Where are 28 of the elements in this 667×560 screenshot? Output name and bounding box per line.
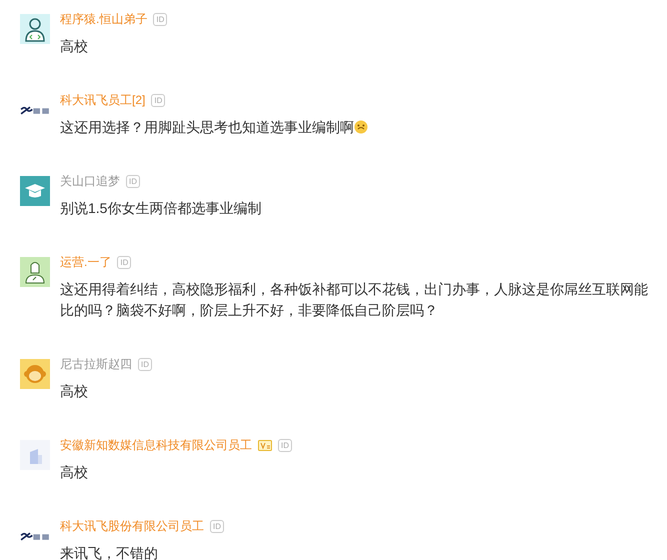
logo-icon: [20, 106, 50, 114]
id-tag: ID: [138, 358, 152, 370]
id-tag: ID: [153, 12, 168, 26]
graduation-cap-icon: [20, 176, 50, 206]
comment-text: 来讯飞，不错的: [60, 544, 159, 560]
comment-text: 这还用得着纠结，高校隐形福利，各种饭补都可以不花钱，出门办事，人脉这是你屌丝互联网能比的吗？脑袋不好啊，阶层上升不好，非要降低自己阶层吗？: [60, 280, 649, 320]
comment-text: 别说1.5你女生两倍都选事业编制: [60, 199, 262, 218]
id-tag: ID: [126, 174, 140, 188]
avatar-icon: [20, 14, 50, 44]
comment-text: 高校: [60, 382, 89, 401]
monkey-icon: [20, 359, 50, 389]
logo-icon: [20, 532, 50, 540]
username[interactable]: 尼古拉斯赵四: [60, 355, 132, 373]
avatar-icon: [20, 257, 50, 287]
username[interactable]: 关山口追梦: [60, 172, 120, 190]
id-tag: ID: [151, 94, 166, 106]
username[interactable]: 科大讯飞股份有限公司员工: [60, 517, 204, 535]
building-icon: [20, 440, 50, 470]
id-tag: ID: [210, 520, 224, 532]
comment-text: 高校: [60, 37, 89, 56]
username[interactable]: 运营.一了: [60, 253, 112, 271]
username[interactable]: 安徽新知数媒信息科技有限公司员工: [60, 436, 252, 454]
comment-text: 这还用选择？用脚趾头思考也知道选事业编制啊: [60, 117, 368, 138]
comment-text: 高校: [60, 463, 89, 482]
username[interactable]: 科大讯飞员工[2]: [60, 91, 146, 109]
username[interactable]: 程序猿.恒山弟子: [60, 10, 148, 28]
id-tag: ID: [117, 256, 132, 268]
id-tag: ID: [278, 438, 292, 452]
